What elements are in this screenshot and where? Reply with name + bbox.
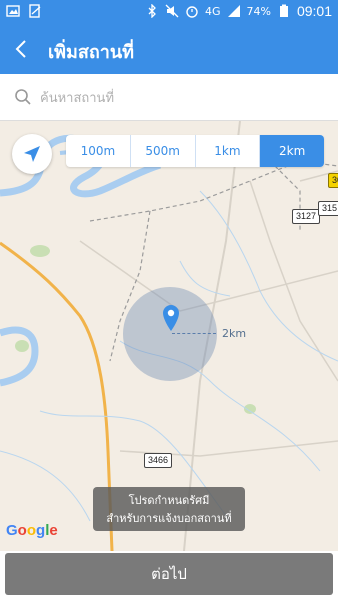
clock: 09:01 [296, 3, 332, 19]
search-icon [15, 89, 31, 105]
road-number-badge: 3466 [144, 453, 173, 468]
radius-selector: 100m 500m 1km 2km [66, 135, 324, 167]
map-view[interactable]: 100m 500m 1km 2km 3127 315 3466 30 2km โ… [0, 121, 338, 551]
locate-me-button[interactable] [12, 134, 52, 174]
alarm-icon [186, 6, 198, 18]
bluetooth-icon [148, 4, 156, 18]
search-bar [0, 74, 338, 121]
location-pin-icon[interactable] [162, 304, 180, 332]
toast-line: โปรดกำหนดรัศมี [128, 494, 210, 507]
radius-option-2km[interactable]: 2km [260, 135, 324, 167]
radius-option-500m[interactable]: 500m [131, 135, 196, 167]
mute-icon [165, 4, 179, 18]
battery-icon [279, 4, 288, 17]
network-type: 4G [204, 4, 221, 18]
status-bar: 4G 74% 09:01 [0, 0, 338, 24]
toast-line: สำหรับการแจ้งบอกสถานที่ [106, 512, 232, 525]
page-title: เพิ่มสถานที่ [48, 42, 135, 63]
navigation-arrow-icon [24, 146, 40, 162]
notification-icon [29, 4, 41, 18]
search-input[interactable] [38, 82, 332, 114]
next-button[interactable]: ต่อไป [5, 553, 333, 595]
radius-line [172, 333, 216, 334]
gallery-icon [6, 5, 20, 17]
road-number-badge: 315 [318, 201, 338, 216]
radius-option-1km[interactable]: 1km [196, 135, 261, 167]
road-number-badge: 3127 [292, 209, 321, 224]
google-logo: Google [6, 522, 58, 539]
hint-toast: โปรดกำหนดรัศมี สำหรับการแจ้งบอกสถานที่ [93, 487, 245, 531]
radius-distance-label: 2km [222, 327, 247, 340]
app-bar: เพิ่มสถานที่ [0, 24, 338, 74]
radius-option-100m[interactable]: 100m [66, 135, 131, 167]
chevron-left-icon[interactable] [8, 35, 36, 63]
bottom-bar: ต่อไป [0, 551, 338, 600]
road-number-badge: 30 [328, 173, 338, 188]
signal-icon [227, 5, 240, 17]
radius-circle [123, 287, 217, 381]
battery-percent: 74% [246, 4, 271, 18]
